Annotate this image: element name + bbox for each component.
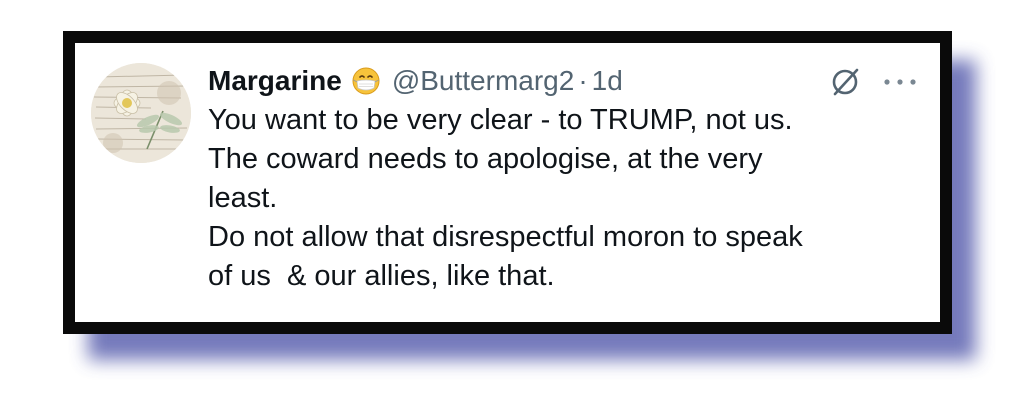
tweet-text-line: of us & our allies, like that.	[208, 260, 555, 292]
separator-dot: ·	[578, 65, 588, 96]
tweet-text-line: least.	[208, 182, 278, 214]
avatar-image	[91, 63, 191, 163]
grok-slash-icon[interactable]	[828, 65, 862, 99]
timestamp[interactable]: 1d	[592, 65, 623, 97]
tweet-text-line: You want to be very clear - to TRUMP, no…	[208, 104, 793, 136]
more-horizontal-icon[interactable]	[882, 69, 918, 95]
tweet-text-line: The coward needs to apologise, at the ve…	[208, 143, 763, 175]
tweet-text-line: Do not allow that disrespectful moron to…	[208, 221, 803, 253]
tweet-card[interactable]: Margarine @Buttermarg2 · 1d You want to …	[63, 31, 952, 334]
display-name[interactable]: Margarine	[208, 65, 342, 97]
tweet-text: You want to be very clear - to TRUMP, no…	[208, 101, 938, 296]
face-with-medical-mask-emoji-icon	[352, 67, 380, 95]
user-handle[interactable]: @Buttermarg2	[392, 65, 575, 97]
tweet-header: Margarine @Buttermarg2 · 1d	[208, 61, 623, 101]
avatar[interactable]	[91, 63, 191, 163]
